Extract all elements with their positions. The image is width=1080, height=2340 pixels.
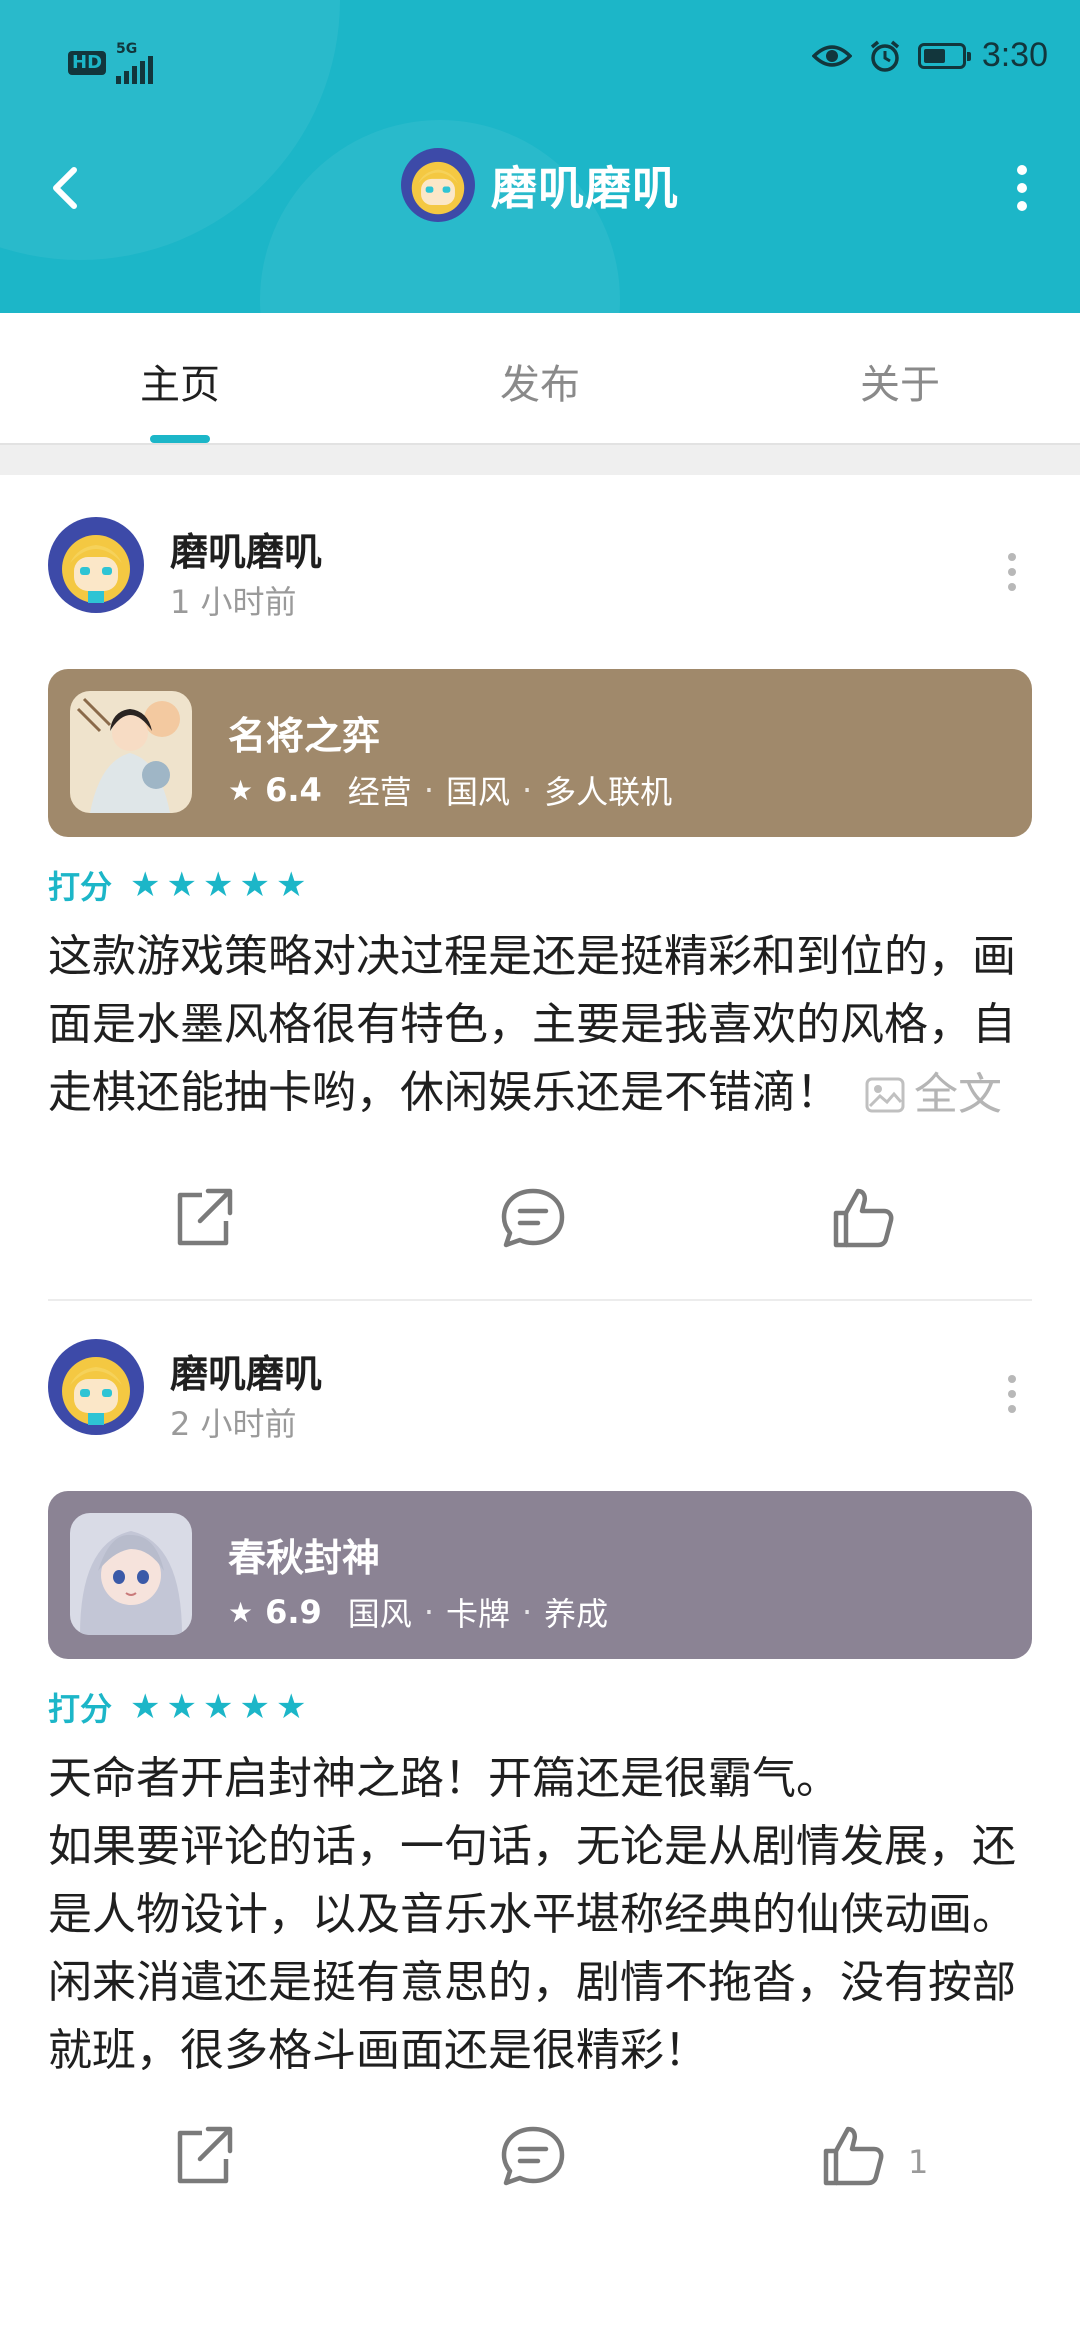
star-icon: ★ xyxy=(228,1595,254,1629)
signal-icon: 5G xyxy=(116,41,154,84)
alarm-icon xyxy=(870,40,899,72)
post-text: 如果要评论的话，一句话，无论是从剧情发展，还是人物设计，以及音乐水平堪称经典的仙… xyxy=(48,1821,1016,1940)
tag-separator: · xyxy=(522,1593,533,1631)
post-actions: 1 xyxy=(48,2091,1032,2211)
hd-badge: HD xyxy=(68,51,107,75)
clock-time: 3:30 xyxy=(981,36,1048,74)
rating-star-icon: ★ xyxy=(202,1687,234,1727)
network-type: 5G xyxy=(116,41,138,57)
post-card: 磨叽磨叽 1 小时前 名将之弈 ★ 6.4 经营 · 国风 · 多人联机 打分 … xyxy=(0,475,1080,1301)
tab-home[interactable]: 主页 xyxy=(0,313,360,443)
rating-star-icon: ★ xyxy=(130,865,161,905)
author-name[interactable]: 磨叽磨叽 xyxy=(170,1343,322,1398)
post-header: 磨叽磨叽 2 小时前 xyxy=(48,1297,1032,1447)
header-bar: HD 5G 3:30 磨叽磨叽 xyxy=(0,0,1080,313)
game-meta: ★ 6.4 经营 · 国风 · 多人联机 xyxy=(228,767,672,813)
post-text: 天命者开启封神之路！开篇还是很霸气。 xyxy=(48,1753,840,1804)
share-icon[interactable] xyxy=(168,2121,238,2191)
tab-indicator xyxy=(150,435,210,443)
game-card[interactable]: 春秋封神 ★ 6.9 国风 · 卡牌 · 养成 xyxy=(48,1491,1032,1659)
status-right: 3:30 xyxy=(811,36,1048,75)
comment-icon[interactable] xyxy=(498,2121,568,2191)
section-divider xyxy=(0,443,1080,475)
title-group: 磨叽磨叽 xyxy=(0,148,1080,222)
game-tag: 养成 xyxy=(544,1595,609,1633)
tab-label: 发布 xyxy=(500,362,580,408)
rating-row: 打分 ★ ★ ★ ★ ★ xyxy=(48,1685,1032,1729)
post-more-icon[interactable] xyxy=(992,547,1032,597)
game-score: 6.4 xyxy=(265,771,322,809)
star-icon: ★ xyxy=(228,773,254,807)
full-text-link[interactable]: 全文 xyxy=(864,1061,1002,1129)
post-feed: 磨叽磨叽 1 小时前 名将之弈 ★ 6.4 经营 · 国风 · 多人联机 打分 … xyxy=(0,475,1080,2211)
game-score: 6.9 xyxy=(265,1593,322,1631)
game-tag: 多人联机 xyxy=(544,773,673,811)
game-icon xyxy=(70,1513,192,1635)
tag-separator: · xyxy=(522,771,533,809)
author-name[interactable]: 磨叽磨叽 xyxy=(170,521,322,576)
post-text: 闲来消遣还是挺有意思的，剧情不拖沓，没有按部就班，很多格斗画面还是很精彩！ xyxy=(48,1957,1016,2076)
tab-label: 主页 xyxy=(140,362,220,408)
post-body[interactable]: 这款游戏策略对决过程是还是挺精彩和到位的，画面是水墨风格很有特色，主要是我喜欢的… xyxy=(48,923,1032,1129)
tab-about[interactable]: 关于 xyxy=(720,313,1080,443)
like-icon[interactable] xyxy=(828,1183,898,1253)
post-header: 磨叽磨叽 1 小时前 xyxy=(48,475,1032,625)
tab-label: 关于 xyxy=(860,362,940,408)
avatar[interactable] xyxy=(48,1339,144,1435)
game-name: 春秋封神 xyxy=(228,1536,381,1580)
battery-icon xyxy=(917,42,971,69)
tab-bar: 主页 发布 关于 xyxy=(0,313,1080,443)
vertical-dots-icon xyxy=(1017,165,1027,211)
rating-star-icon: ★ xyxy=(166,1687,197,1727)
game-tag: 国风 xyxy=(347,1595,412,1633)
avatar xyxy=(401,148,475,222)
page-title: 磨叽磨叽 xyxy=(491,161,679,215)
rating-star-icon: ★ xyxy=(275,1687,307,1727)
rating-label: 打分 xyxy=(48,1690,113,1728)
more-button[interactable] xyxy=(990,156,1054,220)
post-body[interactable]: 天命者开启封神之路！开篇还是很霸气。 如果要评论的话，一句话，无论是从剧情发展，… xyxy=(48,1745,1032,2085)
eye-icon xyxy=(811,44,852,67)
rating-star-icon: ★ xyxy=(130,1687,161,1727)
rating-row: 打分 ★ ★ ★ ★ ★ xyxy=(48,863,1032,907)
rating-star-icon: ★ xyxy=(275,865,307,905)
status-left: HD 5G xyxy=(68,41,154,84)
post-more-icon[interactable] xyxy=(992,1369,1032,1419)
tab-publish[interactable]: 发布 xyxy=(360,313,720,443)
tag-separator: · xyxy=(423,1593,434,1631)
tag-separator: · xyxy=(423,771,434,809)
like-count: 1 xyxy=(908,2143,929,2181)
full-text-label: 全文 xyxy=(914,1069,1002,1120)
title-bar: 磨叽磨叽 xyxy=(0,140,1080,240)
rating-star-icon: ★ xyxy=(202,865,234,905)
game-tag: 国风 xyxy=(445,773,510,811)
game-icon xyxy=(70,691,192,813)
game-tag: 卡牌 xyxy=(445,1595,510,1633)
game-card[interactable]: 名将之弈 ★ 6.4 经营 · 国风 · 多人联机 xyxy=(48,669,1032,837)
image-icon xyxy=(865,1077,905,1113)
post-actions xyxy=(48,1153,1032,1273)
rating-star-icon: ★ xyxy=(239,865,270,905)
status-bar: HD 5G 3:30 xyxy=(0,0,1080,120)
post-time: 1 小时前 xyxy=(170,583,297,621)
like-icon[interactable] xyxy=(818,2121,888,2191)
avatar[interactable] xyxy=(48,517,144,613)
comment-icon[interactable] xyxy=(498,1183,568,1253)
rating-star-icon: ★ xyxy=(239,1687,270,1727)
game-name: 名将之弈 xyxy=(228,714,381,758)
game-tag: 经营 xyxy=(347,773,412,811)
rating-star-icon: ★ xyxy=(166,865,197,905)
post-card: 磨叽磨叽 2 小时前 春秋封神 ★ 6.9 国风 · 卡牌 · 养成 打分 ★ … xyxy=(0,1297,1080,2211)
game-meta: ★ 6.9 国风 · 卡牌 · 养成 xyxy=(228,1589,608,1635)
rating-label: 打分 xyxy=(48,868,113,906)
post-time: 2 小时前 xyxy=(170,1405,297,1443)
share-icon[interactable] xyxy=(168,1183,238,1253)
